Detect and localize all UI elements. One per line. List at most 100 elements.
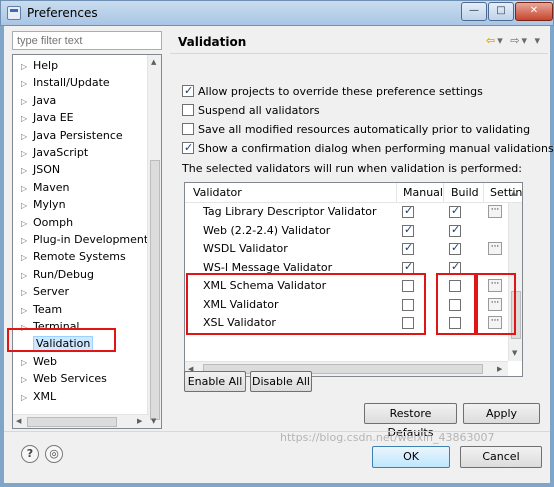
option-checkbox[interactable] — [182, 140, 194, 156]
table-row[interactable]: Web (2.2-2.4) Validator — [185, 222, 507, 240]
back-icon[interactable]: ⇦ — [486, 34, 497, 47]
expand-arrow-icon[interactable]: ▷ — [21, 284, 33, 301]
col-settings[interactable]: Settin — [490, 186, 522, 199]
tree-item[interactable]: ▷ Mylyn — [21, 196, 66, 213]
tree-item[interactable]: ▷ JavaScript — [21, 144, 88, 161]
build-checkbox[interactable] — [449, 223, 461, 237]
table-row[interactable]: Tag Library Descriptor Validator ··· — [185, 203, 507, 221]
option-checkbox[interactable] — [182, 104, 194, 116]
tree-item[interactable]: ▷ Oomph — [21, 214, 73, 231]
tree-hscroll-thumb[interactable] — [27, 417, 117, 427]
expand-arrow-icon[interactable]: ▷ — [21, 180, 33, 197]
scroll-right-icon[interactable]: ▶ — [137, 417, 142, 425]
tree-item-label: Oomph — [33, 215, 74, 229]
apply-button[interactable]: Apply — [463, 403, 540, 424]
scroll-down-icon[interactable]: ▼ — [512, 349, 517, 357]
tree-item[interactable]: ▷ Plug-in Development — [21, 231, 148, 248]
tree-item[interactable]: ▷ Remote Systems — [21, 248, 126, 265]
col-manual[interactable]: Manual — [403, 186, 443, 199]
tree-vertical-scrollbar[interactable]: ▲ ▼ — [147, 55, 161, 428]
scroll-up-icon[interactable]: ▲ — [151, 58, 156, 66]
table-header: Validator Manual Build Settin ▲ — [185, 183, 522, 203]
expand-arrow-icon[interactable]: ▷ — [21, 302, 33, 319]
scroll-down-icon[interactable]: ▼ — [151, 417, 156, 425]
expand-arrow-icon[interactable]: ▷ — [21, 249, 33, 266]
tree-item[interactable]: ▷ Java Persistence — [21, 127, 123, 144]
expand-arrow-icon[interactable]: ▷ — [21, 145, 33, 162]
expand-arrow-icon[interactable]: ▷ — [21, 215, 33, 232]
tree-item[interactable]: ▷ Maven — [21, 179, 69, 196]
tree-item-label: Java EE — [33, 111, 74, 125]
expand-arrow-icon[interactable]: ▷ — [21, 128, 33, 145]
cancel-button[interactable]: Cancel — [460, 446, 542, 468]
tree-item[interactable]: ▷ Java — [21, 92, 56, 109]
expand-arrow-icon[interactable]: ▷ — [21, 75, 33, 92]
tree-item[interactable]: ▷ Server — [21, 283, 69, 300]
manual-checkbox[interactable] — [402, 241, 414, 255]
expand-arrow-icon[interactable]: ▷ — [21, 232, 33, 249]
view-menu-icon[interactable]: ▾ — [534, 34, 542, 47]
tree-item[interactable]: ▷ Run/Debug — [21, 266, 94, 283]
highlight-settings-column — [476, 273, 516, 335]
option-row[interactable]: Show a confirmation dialog when performi… — [182, 140, 554, 159]
option-checkbox[interactable] — [182, 83, 194, 99]
filter-input[interactable] — [12, 31, 162, 50]
forward-icon[interactable]: ⇨ — [510, 34, 521, 47]
tree-item[interactable]: ▷ Java EE — [21, 109, 74, 126]
expand-arrow-icon[interactable]: ▷ — [21, 110, 33, 127]
minimize-button[interactable]: — — [461, 2, 487, 21]
tree-item[interactable]: ▷ XML — [21, 388, 56, 405]
tree-item[interactable]: ▷ JSON — [21, 161, 60, 178]
expand-arrow-icon[interactable]: ▷ — [21, 58, 33, 75]
back-menu-icon[interactable]: ▾ — [497, 34, 505, 47]
col-validator[interactable]: Validator — [193, 186, 242, 199]
tree-item-label: Mylyn — [33, 198, 66, 212]
manual-checkbox[interactable] — [402, 260, 414, 274]
forward-menu-icon[interactable]: ▾ — [521, 34, 529, 47]
import-export-icon[interactable]: ◎ — [45, 445, 63, 463]
tree-item-label: Maven — [33, 180, 70, 194]
option-label: Suspend all validators — [198, 104, 320, 117]
manual-checkbox[interactable] — [402, 204, 414, 218]
manual-checkbox[interactable] — [402, 223, 414, 237]
tree-horizontal-scrollbar[interactable]: ◀ ▶ — [13, 414, 149, 428]
close-button[interactable]: ✕ — [515, 2, 553, 21]
title-bar[interactable]: Preferences — □ ✕ — [0, 0, 554, 26]
enable-all-button[interactable]: Enable All — [184, 371, 246, 392]
expand-arrow-icon[interactable]: ▷ — [21, 162, 33, 179]
build-checkbox[interactable] — [449, 204, 461, 218]
tree-item-label: Java — [33, 93, 57, 107]
option-row[interactable]: Allow projects to override these prefere… — [182, 83, 483, 102]
build-checkbox[interactable] — [449, 260, 461, 274]
table-row[interactable]: WSDL Validator ··· — [185, 240, 507, 258]
scroll-left-icon[interactable]: ◀ — [16, 417, 21, 425]
col-build[interactable]: Build — [451, 186, 479, 199]
option-row[interactable]: Suspend all validators — [182, 103, 320, 121]
expand-arrow-icon[interactable]: ▷ — [21, 354, 33, 371]
tree-item[interactable]: ▷ Web Services — [21, 370, 107, 387]
settings-button[interactable]: ··· — [488, 242, 502, 255]
expand-arrow-icon[interactable]: ▷ — [21, 197, 33, 214]
tree-scroll-thumb[interactable] — [150, 160, 160, 420]
tree-item[interactable]: ▷ Web — [21, 353, 57, 370]
expand-arrow-icon[interactable]: ▷ — [21, 371, 33, 388]
expand-arrow-icon[interactable]: ▷ — [21, 267, 33, 284]
maximize-button[interactable]: □ — [488, 2, 514, 21]
disable-all-button[interactable]: Disable All — [250, 371, 312, 392]
preferences-tree[interactable]: ▷ Help ▷ Install/Update ▷ Java ▷ Java EE ▷ Java P… — [12, 54, 162, 429]
scroll-right-icon[interactable]: ▶ — [497, 365, 502, 373]
tree-item[interactable]: ▷ Help — [21, 57, 58, 74]
option-row[interactable]: Save all modified resources automaticall… — [182, 122, 530, 140]
build-checkbox[interactable] — [449, 241, 461, 255]
settings-button[interactable]: ··· — [488, 205, 502, 218]
help-icon[interactable]: ? — [21, 445, 39, 463]
restore-defaults-button[interactable]: Restore Defaults — [364, 403, 457, 439]
expand-arrow-icon[interactable]: ▷ — [21, 389, 33, 406]
ok-button[interactable]: OK — [372, 446, 450, 468]
scroll-up-icon[interactable]: ▲ — [511, 189, 516, 197]
highlight-build-column — [436, 273, 476, 335]
tree-item[interactable]: ▷ Team — [21, 301, 62, 318]
option-checkbox[interactable] — [182, 123, 194, 135]
expand-arrow-icon[interactable]: ▷ — [21, 93, 33, 110]
tree-item[interactable]: ▷ Install/Update — [21, 74, 110, 91]
